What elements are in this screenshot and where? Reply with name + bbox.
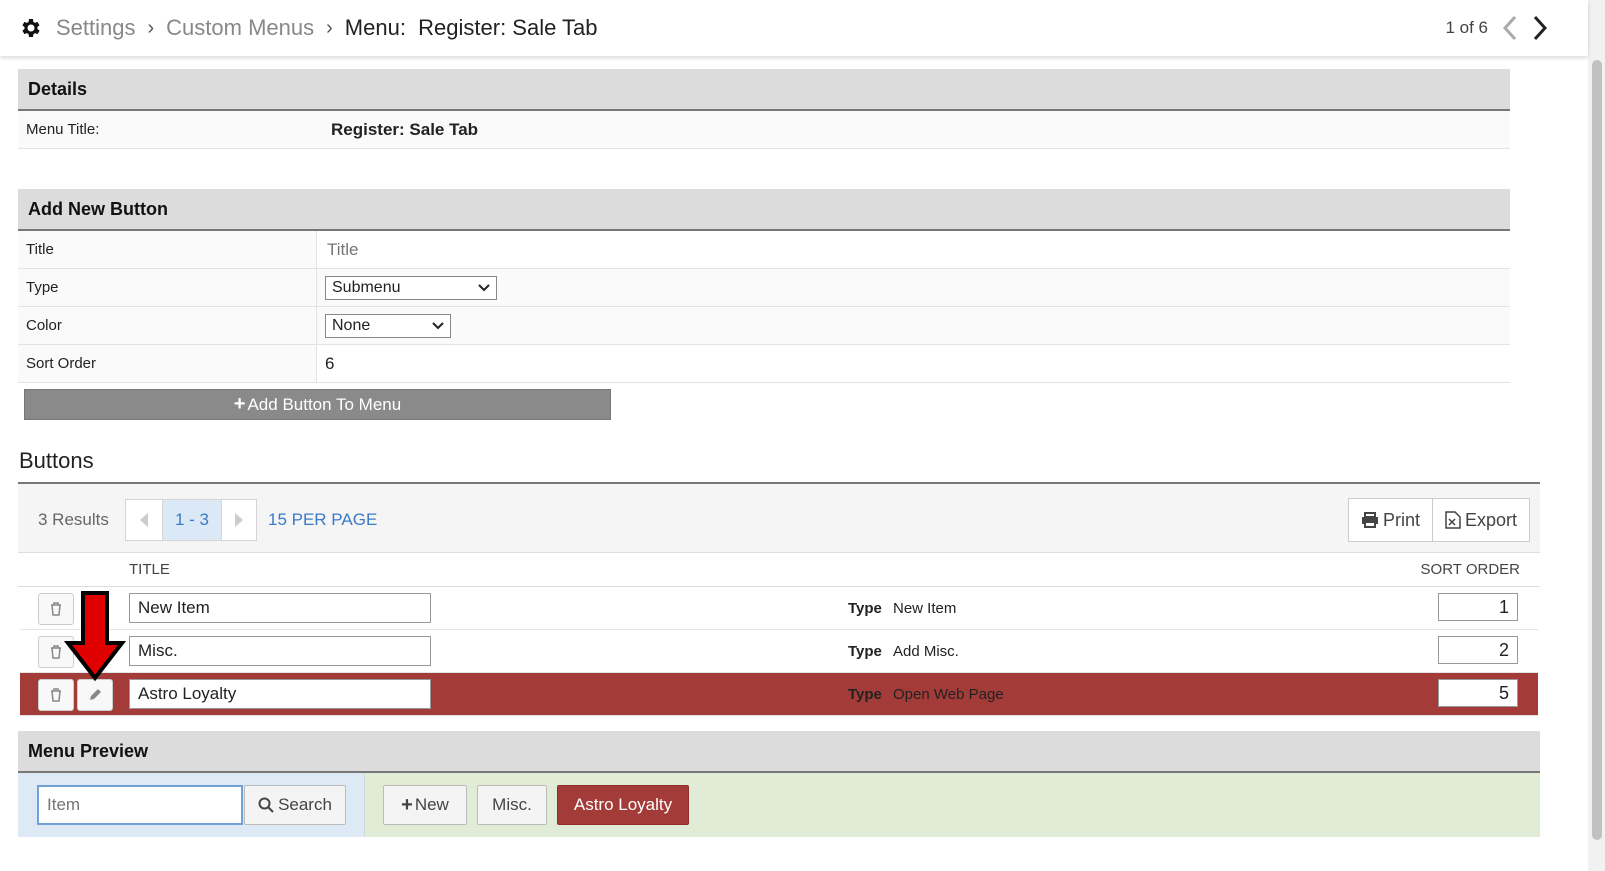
buttons-toolbar: 3 Results 1 - 3 15 PER PAGE Print Export (18, 484, 1540, 553)
scrollbar-thumb[interactable] (1592, 60, 1602, 840)
row-type-value: Add Misc. (893, 643, 959, 660)
title-label: Title (18, 231, 317, 268)
table-row: New Item Type New Item 1 (20, 587, 1538, 630)
col-title[interactable]: TITLE (129, 561, 170, 578)
page-next-button[interactable] (222, 500, 256, 540)
col-sort-order[interactable]: SORT ORDER (1421, 561, 1520, 578)
excel-file-icon (1445, 511, 1461, 529)
row-sort-input[interactable]: 2 (1438, 636, 1518, 664)
row-title-input[interactable]: Misc. (129, 636, 431, 666)
results-count: 3 Results (38, 510, 109, 529)
table-header: TITLE SORT ORDER (18, 554, 1540, 587)
add-new-heading: Add New Button (18, 189, 1510, 231)
row-title-input[interactable]: New Item (129, 593, 431, 623)
search-icon (258, 797, 274, 813)
sort-order-label: Sort Order (18, 345, 317, 382)
record-pager: 1 of 6 (1445, 0, 1548, 56)
row-title-input[interactable]: Astro Loyalty (129, 679, 431, 709)
details-panel: Details Menu Title: Register: Sale Tab (18, 69, 1510, 149)
preview-search-area: Search (18, 773, 365, 837)
export-label: Export (1464, 509, 1517, 530)
plus-icon: + (401, 793, 413, 816)
search-button[interactable]: Search (244, 785, 346, 825)
menu-title-value: Register: Sale Tab (323, 111, 1510, 148)
breadcrumb-settings[interactable]: Settings (56, 15, 136, 41)
type-select-value: Submenu (332, 278, 401, 296)
edit-button[interactable] (77, 679, 113, 711)
caret-left-icon (140, 513, 148, 527)
top-bar: Settings › Custom Menus › Menu: Register… (0, 0, 1588, 56)
type-select[interactable]: Submenu (325, 275, 497, 300)
pagination: 1 - 3 (125, 499, 257, 541)
color-row: Color None (18, 307, 1510, 345)
title-input[interactable] (325, 238, 729, 261)
color-label: Color (18, 307, 317, 344)
sort-order-row: Sort Order 6 (18, 345, 1510, 383)
sort-order-input[interactable]: 6 (317, 345, 1510, 382)
row-type-label: Type (848, 643, 882, 660)
chevron-right-icon[interactable] (1532, 15, 1548, 41)
preview-astro-loyalty-button[interactable]: Astro Loyalty (557, 785, 689, 825)
color-select-value: None (332, 316, 371, 334)
pencil-icon (90, 689, 101, 700)
item-search-input[interactable] (37, 785, 243, 825)
row-type-value: Open Web Page (893, 686, 1004, 703)
toolbar-actions: Print Export (1347, 498, 1530, 542)
color-select[interactable]: None (325, 313, 451, 338)
buttons-panel: 3 Results 1 - 3 15 PER PAGE Print Export… (18, 482, 1540, 716)
table-row: Misc. Type Add Misc. 2 (20, 630, 1538, 673)
preview-new-button[interactable]: + New (383, 785, 467, 825)
search-label: Search (278, 795, 332, 814)
red-arrow-icon (64, 591, 126, 682)
menu-title-label: Menu Title: (26, 121, 100, 138)
page-prev-button[interactable] (126, 500, 163, 540)
preview-misc-button[interactable]: Misc. (477, 785, 547, 825)
row-type-label: Type (848, 686, 882, 703)
record-count: 1 of 6 (1445, 18, 1488, 37)
preview-new-label: New (414, 795, 449, 814)
page-range[interactable]: 1 - 3 (163, 500, 222, 540)
row-sort-input[interactable]: 1 (1438, 593, 1518, 621)
add-button-label: Add Button To Menu (247, 394, 402, 414)
trash-icon (51, 645, 61, 659)
details-heading: Details (18, 69, 1510, 111)
per-page-selector[interactable]: 15 PER PAGE (268, 510, 377, 530)
printer-icon (1361, 512, 1378, 528)
buttons-heading: Buttons (19, 448, 94, 473)
trash-icon (51, 602, 61, 616)
type-label: Type (18, 269, 317, 306)
delete-button[interactable] (38, 679, 74, 711)
menu-preview-panel: Menu Preview Search +New Misc. Astro Loy… (18, 731, 1540, 837)
row-type-value: New Item (893, 600, 957, 617)
menu-title-row: Menu Title: Register: Sale Tab (18, 111, 1510, 149)
chevron-right-icon: › (326, 16, 333, 39)
table-row-selected: Astro Loyalty Type Open Web Page 5 (20, 673, 1538, 716)
trash-icon (51, 688, 61, 702)
preview-buttons-area: + New Misc. Astro Loyalty (365, 773, 1540, 837)
breadcrumb-custom-menus[interactable]: Custom Menus (166, 15, 314, 41)
row-type-label: Type (848, 600, 882, 617)
gear-icon[interactable] (18, 16, 42, 40)
chevron-left-icon[interactable] (1502, 15, 1518, 41)
menu-preview-heading: Menu Preview (18, 731, 1540, 773)
title-row: Title (18, 231, 1510, 269)
add-button-to-menu[interactable]: + Add Button To Menu (24, 389, 611, 420)
print-button[interactable]: Print (1349, 499, 1433, 541)
chevron-right-icon: › (147, 16, 155, 39)
chevron-down-icon (432, 321, 444, 329)
scrollbar[interactable] (1588, 0, 1605, 871)
page-title: Menu: Register: Sale Tab (344, 15, 598, 40)
row-sort-input[interactable]: 5 (1438, 679, 1518, 707)
plus-icon: + (233, 393, 246, 415)
export-button[interactable]: Export (1433, 499, 1529, 541)
print-label: Print (1382, 509, 1420, 530)
caret-right-icon (235, 513, 243, 527)
add-new-button-panel: Add New Button Title Type Submenu Color … (18, 189, 1510, 383)
chevron-down-icon (478, 283, 490, 291)
type-row: Type Submenu (18, 269, 1510, 307)
